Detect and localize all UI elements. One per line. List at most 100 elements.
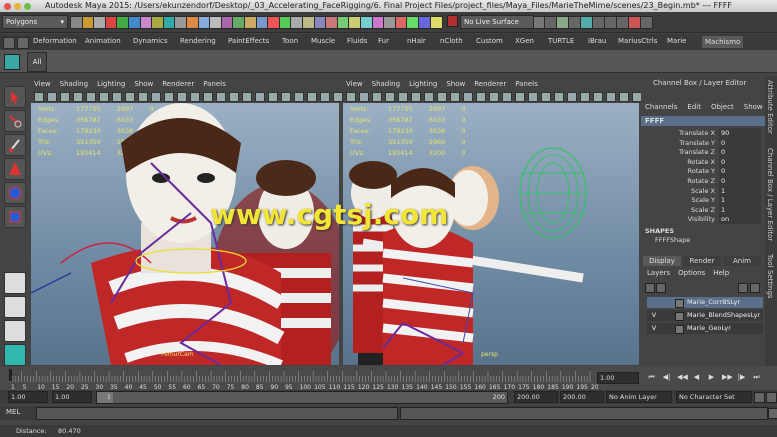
right-viewport-menu-panels[interactable]: Panels xyxy=(515,80,538,88)
left-viewport-menu-panels[interactable]: Panels xyxy=(203,80,226,88)
new-layer-icon[interactable] xyxy=(738,283,748,293)
left-viewport-tool-2-icon[interactable] xyxy=(47,92,57,102)
channel-row[interactable]: Rotate X 0 xyxy=(641,156,765,167)
current-time-marker[interactable] xyxy=(9,369,12,381)
right-viewport-tool-9-icon[interactable] xyxy=(450,92,460,102)
shelf-tab-turtle[interactable]: TURTLE xyxy=(548,37,574,45)
channel-row[interactable]: Translate Y 0 xyxy=(641,137,765,148)
left-viewport-tool-15-icon[interactable] xyxy=(216,92,226,102)
channel-value[interactable]: 1 xyxy=(719,185,761,196)
layer-menu-help[interactable]: Help xyxy=(713,269,729,277)
selected-object-row[interactable]: FFFF xyxy=(641,116,765,126)
shelf-menu-icon[interactable] xyxy=(3,37,15,49)
shelf-tab-ibrau[interactable]: iBrau xyxy=(588,37,606,45)
shelf-tab-machismo[interactable]: Machismo xyxy=(702,36,744,48)
time-slider[interactable]: 1 5 10 15 20 25 30 35 40 45 50 55 60 65 70 75 80 85 90 95 10… xyxy=(0,366,777,390)
layer-menu-layers[interactable]: Layers xyxy=(647,269,670,277)
left-viewport-tool-10-icon[interactable] xyxy=(151,92,161,102)
status-right-10-icon[interactable] xyxy=(640,16,653,29)
channel-row[interactable]: Scale Z 1 xyxy=(641,204,765,215)
channel-row[interactable]: Scale X 1 xyxy=(641,185,765,196)
shelf-tab-deformation[interactable]: Deformation xyxy=(33,37,77,45)
left-viewport-menu-shading[interactable]: Shading xyxy=(60,80,88,88)
channel-menu-object[interactable]: Object xyxy=(711,103,734,111)
right-viewport-tool-1-icon[interactable] xyxy=(346,92,356,102)
right-viewport-tool-12-icon[interactable] xyxy=(489,92,499,102)
shelf-tab-nhair[interactable]: nHair xyxy=(407,37,426,45)
left-viewport-tool-1-icon[interactable] xyxy=(34,92,44,102)
channel-row[interactable]: Translate Z 0 xyxy=(641,147,765,158)
playback-start-field[interactable]: 1.00 xyxy=(52,391,92,403)
channel-menu-show[interactable]: Show xyxy=(744,103,763,111)
shelf-icon[interactable] xyxy=(4,54,20,70)
layer-tab-render[interactable]: Render xyxy=(683,256,721,266)
channel-value[interactable]: 0 xyxy=(719,137,761,148)
range-slider[interactable]: 1 200 xyxy=(96,391,508,404)
layer-row[interactable]: Marie_CorrBSLyr xyxy=(647,297,763,308)
left-viewport-menu-view[interactable]: View xyxy=(34,80,51,88)
channel-value[interactable]: 0 xyxy=(719,176,761,186)
start-time-field[interactable]: 1.00 xyxy=(8,391,48,403)
layer-tab-display[interactable]: Display xyxy=(643,256,681,266)
step-forward-frame-icon[interactable]: ▶▶ xyxy=(722,373,733,382)
shelf-tab-muscle[interactable]: Muscle xyxy=(311,37,335,45)
step-forward-key-icon[interactable]: |▶ xyxy=(737,373,746,382)
play-forwards-icon[interactable]: ▶ xyxy=(707,373,716,382)
left-viewport-tool-18-icon[interactable] xyxy=(255,92,265,102)
four-pane-layout-icon[interactable] xyxy=(4,296,26,318)
right-viewport-tool-19-icon[interactable] xyxy=(580,92,590,102)
move-layer-down-icon[interactable] xyxy=(656,283,666,293)
auto-key-icon[interactable] xyxy=(754,392,765,403)
right-viewport-tool-11-icon[interactable] xyxy=(476,92,486,102)
channel-box-tab[interactable]: Channel Box / Layer Editor xyxy=(766,148,774,241)
shelf-tab-custom[interactable]: Custom xyxy=(476,37,503,45)
channel-value[interactable]: 0 xyxy=(719,166,761,177)
left-viewport-menu-lighting[interactable]: Lighting xyxy=(97,80,125,88)
attribute-editor-tab[interactable]: Attribute Editor xyxy=(766,80,774,134)
channel-value[interactable]: on xyxy=(719,214,761,225)
go-to-start-icon[interactable]: ⏮ xyxy=(647,373,656,382)
channel-row[interactable]: Rotate Y 0 xyxy=(641,166,765,177)
left-viewport-tool-13-icon[interactable] xyxy=(190,92,200,102)
right-viewport[interactable]: Verts: 177755 2997 0 Edges: 356787 6033 0 Faces:… xyxy=(343,103,639,365)
script-editor-icon[interactable] xyxy=(768,408,777,419)
layer-row[interactable]: V Marie_BlendShapesLyr xyxy=(647,310,763,321)
channel-value[interactable]: 0 xyxy=(719,147,761,158)
shelf-tab-ncloth[interactable]: nCloth xyxy=(440,37,463,45)
paint-select-icon[interactable] xyxy=(4,134,26,156)
right-viewport-tool-5-icon[interactable] xyxy=(398,92,408,102)
right-viewport-tool-17-icon[interactable] xyxy=(554,92,564,102)
new-layer-selected-icon[interactable] xyxy=(750,283,760,293)
shelf-tab-fur[interactable]: Fur xyxy=(378,37,389,45)
right-viewport-tool-14-icon[interactable] xyxy=(515,92,525,102)
layer-color-swatch[interactable] xyxy=(675,312,684,321)
lasso-tool-icon[interactable] xyxy=(4,110,26,132)
shelf-tab-fluids[interactable]: Fluids xyxy=(347,37,367,45)
channel-value[interactable]: 0 xyxy=(719,156,761,167)
character-set-dropdown[interactable]: No Character Set xyxy=(676,391,752,403)
left-viewport-tool-23-icon[interactable] xyxy=(320,92,330,102)
command-language-label[interactable]: MEL xyxy=(6,408,20,416)
left-viewport-tool-6-icon[interactable] xyxy=(99,92,109,102)
left-viewport-tool-8-icon[interactable] xyxy=(125,92,135,102)
channel-menu-edit[interactable]: Edit xyxy=(687,103,701,111)
shelf-tab-painteffects[interactable]: PaintEffects xyxy=(228,37,269,45)
right-viewport-tool-13-icon[interactable] xyxy=(502,92,512,102)
left-viewport-tool-16-icon[interactable] xyxy=(229,92,239,102)
single-pane-layout-icon[interactable] xyxy=(4,272,26,294)
left-viewport-tool-5-icon[interactable] xyxy=(86,92,96,102)
rotate-tool-icon[interactable] xyxy=(4,182,26,204)
left-viewport-tool-3-icon[interactable] xyxy=(60,92,70,102)
outliner-layout-icon[interactable] xyxy=(4,344,26,366)
left-viewport-tool-12-icon[interactable] xyxy=(177,92,187,102)
layer-row[interactable]: V Marie_GeoLyr xyxy=(647,323,763,334)
left-viewport-menu-show[interactable]: Show xyxy=(134,80,153,88)
step-back-key-icon[interactable]: ◀| xyxy=(662,373,671,382)
anim-layer-dropdown[interactable]: No Anim Layer xyxy=(606,391,672,403)
channel-value[interactable]: 90 xyxy=(719,128,761,138)
layer-visibility-toggle[interactable]: V xyxy=(649,323,659,334)
layer-visibility-toggle[interactable]: V xyxy=(649,310,659,321)
right-viewport-menu-show[interactable]: Show xyxy=(446,80,465,88)
channel-row[interactable]: Translate X 90 xyxy=(641,128,765,138)
scale-tool-icon[interactable] xyxy=(4,206,26,228)
